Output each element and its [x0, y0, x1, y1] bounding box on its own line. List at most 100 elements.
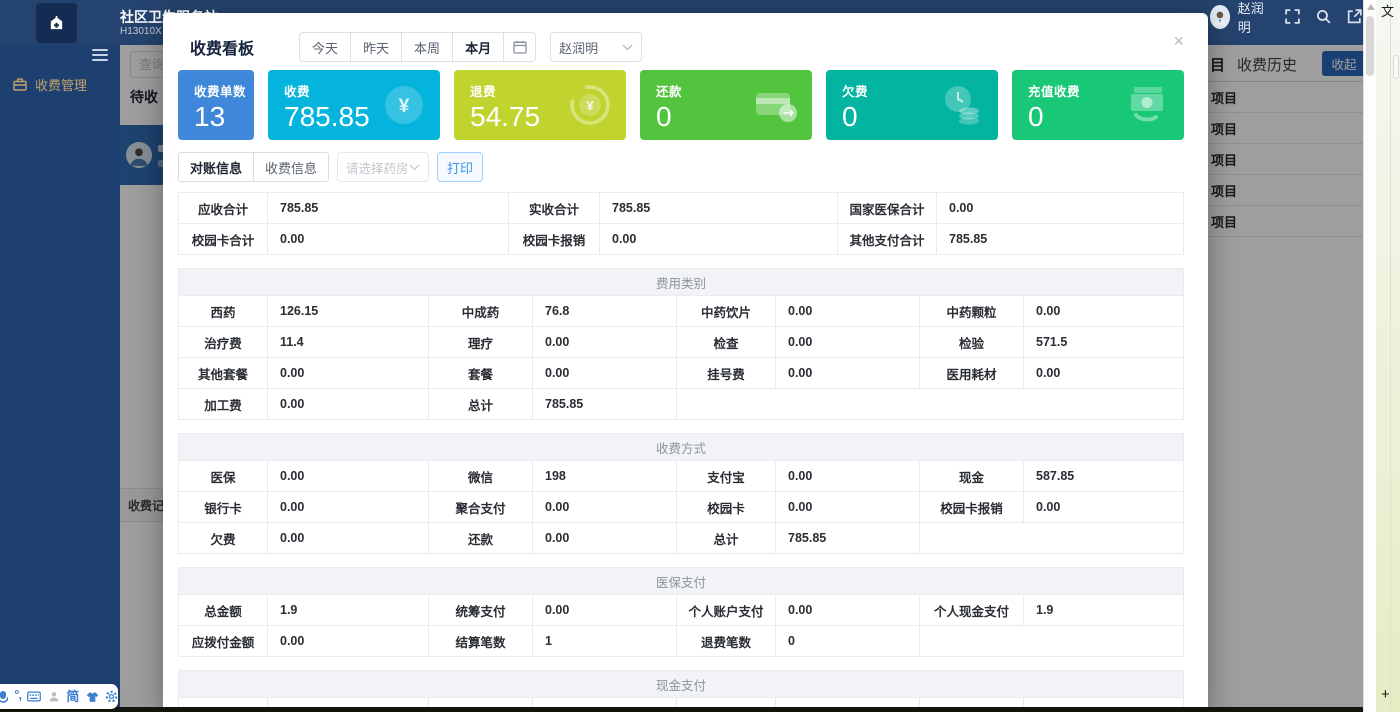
operator-select[interactable]: 赵润明: [550, 32, 642, 62]
stat-card-5: 充值收费0: [1012, 70, 1184, 140]
scroll-up-arrow-icon[interactable]: [1367, 4, 1375, 10]
summary-row: 校园卡合计0.00校园卡报销0.00其他支付合计785.85: [179, 224, 1183, 254]
stat-card-2: 退费54.75¥: [454, 70, 626, 140]
user-mode-icon[interactable]: [47, 689, 60, 705]
stat-card-0: 收费单数13: [178, 70, 254, 140]
section-title: 费用类别: [179, 269, 1183, 296]
stat-label: 个人现金支付: [920, 595, 1024, 625]
stat-value: 0.00: [776, 296, 920, 326]
stat-value: 0.00: [533, 327, 677, 357]
stat-label: 挂号费: [677, 358, 776, 388]
stat-value: 0.00: [1024, 296, 1179, 326]
stat-value: 0.00: [776, 327, 920, 357]
empty-cell: [920, 523, 1179, 553]
section-row: 银行卡0.00聚合支付0.00校园卡0.00校园卡报销0.00: [179, 492, 1183, 523]
stat-label: 应拨付金额: [179, 626, 268, 656]
sidebar-item-fee-management[interactable]: 收费管理: [0, 69, 120, 99]
scrollbar-thumb[interactable]: [1366, 16, 1374, 76]
stat-value: 785.85: [600, 193, 838, 223]
date-filter-group: 今天昨天本周本月: [299, 32, 536, 62]
stat-label: 套餐: [429, 358, 533, 388]
stat-label: 校园卡报销: [509, 224, 600, 254]
stat-cards-row: 收费单数13收费785.85¥退费54.75¥还款0欠费0充值收费0: [178, 70, 1184, 140]
stat-label: 应收合计: [179, 193, 268, 223]
window-scrollbar[interactable]: [1363, 0, 1376, 712]
stat-value: 76.8: [533, 296, 677, 326]
user-avatar[interactable]: [1210, 5, 1230, 29]
stat-label: 医保: [179, 461, 268, 491]
stat-label: 欠费: [179, 523, 268, 553]
stat-value: 0.00: [776, 461, 920, 491]
section-row: 西药126.15中成药76.8中药饮片0.00中药颗粒0.00: [179, 296, 1183, 327]
simplified-chinese-icon[interactable]: 简: [66, 690, 79, 703]
stat-value: 1.9: [268, 595, 429, 625]
stat-value: 785.85: [776, 523, 920, 553]
section-title: 医保支付: [179, 568, 1183, 595]
date-filter-1[interactable]: 昨天: [351, 32, 402, 62]
print-button[interactable]: 打印: [437, 152, 483, 182]
stat-value: 1: [533, 626, 677, 656]
info-tab-1[interactable]: 收费信息: [254, 152, 329, 182]
skin-icon[interactable]: [85, 689, 98, 705]
ime-toolbar[interactable]: °, 简: [0, 684, 118, 709]
stat-label: 实收合计: [509, 193, 600, 223]
section-title: 现金支付: [179, 671, 1183, 698]
hospital-logo-icon: [48, 15, 65, 32]
date-filter-3[interactable]: 本月: [453, 32, 504, 62]
section-row: 应拨付金额0.00结算笔数1退费笔数0: [179, 626, 1183, 656]
summary-table: 应收合计785.85实收合计785.85国家医保合计0.00校园卡合计0.00校…: [178, 192, 1184, 255]
pharmacy-select[interactable]: 请选择药房: [337, 152, 429, 182]
stat-card-4: 欠费0: [826, 70, 998, 140]
section-0: 费用类别西药126.15中成药76.8中药饮片0.00中药颗粒0.00治疗费11…: [178, 268, 1184, 420]
stat-label: 国家医保合计: [838, 193, 937, 223]
stat-label: 结算笔数: [429, 626, 533, 656]
stat-value: 1.9: [1024, 595, 1179, 625]
header-right: 赵润明: [1210, 0, 1363, 33]
search-icon[interactable]: [1315, 8, 1332, 25]
section-3: 现金支付总费用785.85自费结算笔数13自费金额783.95医保现金支付1.9: [178, 670, 1184, 712]
external-link-icon[interactable]: [1346, 8, 1363, 25]
calendar-icon[interactable]: [504, 32, 536, 62]
svg-text:¥: ¥: [399, 96, 410, 117]
stat-label: 西药: [179, 296, 268, 326]
stat-value: 0.00: [268, 389, 429, 419]
stat-value: 126.15: [268, 296, 429, 326]
stat-label: 检查: [677, 327, 776, 357]
date-filter-0[interactable]: 今天: [299, 32, 351, 62]
stat-value: 198: [533, 461, 677, 491]
stat-label: 总金额: [179, 595, 268, 625]
stat-label: 统筹支付: [429, 595, 533, 625]
avatar-person-icon: [1210, 5, 1230, 29]
stat-value: 0.00: [1024, 358, 1179, 388]
stat-label: 微信: [429, 461, 533, 491]
stat-value: 0.00: [776, 492, 920, 522]
screen: 社区卫生服务站 H13010X 赵润明: [0, 0, 1400, 712]
section-1: 收费方式医保0.00微信198支付宝0.00现金587.85银行卡0.00聚合支…: [178, 433, 1184, 554]
stat-label: 中成药: [429, 296, 533, 326]
stat-label: 治疗费: [179, 327, 268, 357]
menu-collapse-icon[interactable]: [92, 49, 108, 61]
section-row: 其他套餐0.00套餐0.00挂号费0.00医用耗材0.00: [179, 358, 1183, 389]
side-window-strip: 文 +: [1376, 0, 1400, 712]
user-name[interactable]: 赵润明: [1238, 0, 1270, 36]
mic-icon[interactable]: [0, 689, 8, 705]
stat-label: 校园卡: [677, 492, 776, 522]
info-tabs-row: 对账信息收费信息 请选择药房 打印: [178, 152, 1184, 182]
sidebar-item-label: 收费管理: [35, 75, 87, 94]
modal-title: 收费看板: [190, 35, 254, 59]
keyboard-icon[interactable]: [27, 689, 41, 705]
pharmacy-select-placeholder: 请选择药房: [346, 158, 409, 177]
stat-label: 理疗: [429, 327, 533, 357]
stat-value: 785.85: [268, 193, 509, 223]
date-filter-2[interactable]: 本周: [402, 32, 453, 62]
stat-label: 医用耗材: [920, 358, 1024, 388]
voice-icon[interactable]: °,: [14, 688, 21, 701]
stat-value: 11.4: [268, 327, 429, 357]
info-tab-0[interactable]: 对账信息: [178, 152, 254, 182]
stat-label: 个人账户支付: [677, 595, 776, 625]
stat-card-value: 13: [194, 101, 254, 133]
gear-icon[interactable]: [105, 689, 118, 705]
stat-value: 0: [776, 626, 920, 656]
fullscreen-icon[interactable]: [1284, 8, 1301, 25]
app-code: H13010X: [120, 26, 162, 37]
